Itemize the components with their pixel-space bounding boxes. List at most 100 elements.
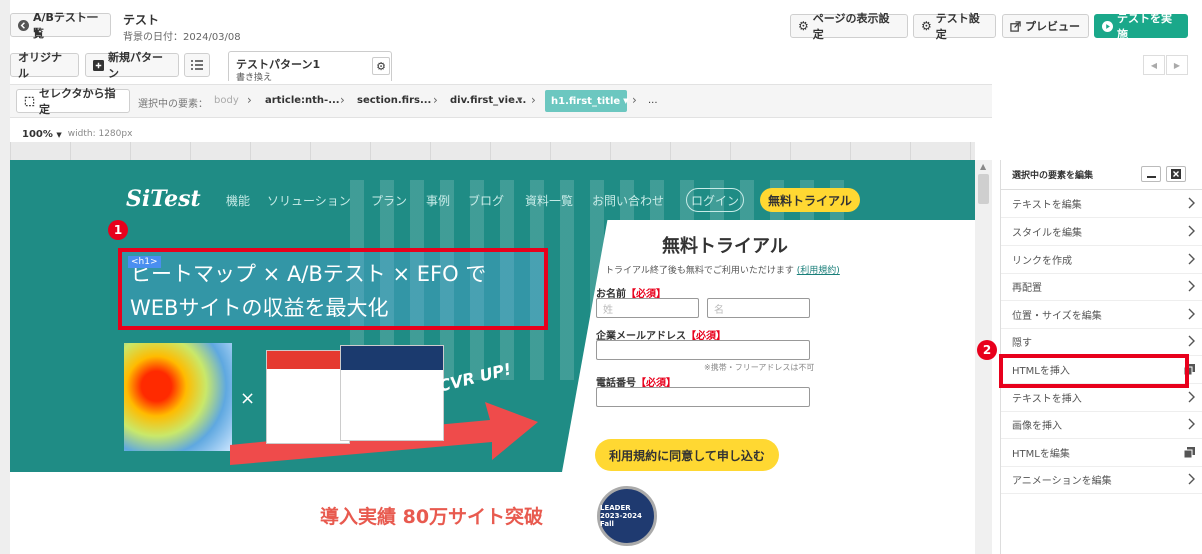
page-display-settings-button[interactable]: ⚙ ページの表示設定 xyxy=(790,12,908,41)
minimize-button[interactable] xyxy=(1141,166,1161,182)
email-input[interactable] xyxy=(596,340,810,360)
selector-icon xyxy=(24,96,35,106)
gear-icon: ⚙ xyxy=(921,19,932,33)
test-settings-button[interactable]: ⚙ テスト設定 xyxy=(913,12,996,41)
pattern-list-button[interactable] xyxy=(184,53,210,77)
crumb-separator-icon: › xyxy=(433,93,438,107)
menu-edit-html[interactable]: HTMLを編集 xyxy=(1001,439,1202,467)
back-to-list-button[interactable]: A/Bテスト一覧 xyxy=(10,11,111,40)
chevron-right-icon xyxy=(1188,473,1195,485)
background-date: 背景の日付：2024/03/08 xyxy=(123,28,241,43)
panel-title: 選択中の要素を編集 xyxy=(1012,171,1094,181)
nav-cases[interactable]: 事例 xyxy=(426,192,450,209)
terms-link[interactable]: (利用規約) xyxy=(797,266,840,276)
menu-label: HTMLを編集 xyxy=(1012,449,1070,460)
menu-reposition[interactable]: 再配置 xyxy=(1001,273,1202,301)
menu-insert-text[interactable]: テキストを挿入 xyxy=(1001,384,1202,412)
menu-label: テキストを編集 xyxy=(1012,200,1082,211)
login-button[interactable]: ログイン xyxy=(686,188,744,212)
crumb-article[interactable]: article:nth-... xyxy=(265,95,340,106)
back-arrow-icon xyxy=(18,19,29,31)
chevron-right-icon xyxy=(1188,391,1195,403)
tab-next-button[interactable]: ▶ xyxy=(1166,55,1188,75)
list-icon xyxy=(191,60,203,70)
menu-edit-style[interactable]: スタイルを編集 xyxy=(1001,218,1202,246)
pattern-tab-active[interactable]: テストパターン1 書き換え ⚙ xyxy=(228,51,392,83)
page-display-settings-label: ページの表示設定 xyxy=(812,12,890,41)
minimize-icon xyxy=(1146,175,1156,178)
select-by-selector-button[interactable]: セレクタから指定 xyxy=(16,87,130,116)
email-note: ※携帯・フリーアドレスは不可 xyxy=(704,363,815,372)
menu-insert-image[interactable]: 画像を挿入 xyxy=(1001,411,1202,439)
viewport-width: width: 1280px xyxy=(67,129,133,139)
crumb-ellipsis: ... xyxy=(648,95,658,106)
heatmap-image xyxy=(124,343,232,451)
chevron-right-icon xyxy=(1188,225,1195,237)
zoom-select[interactable]: 100% ▼ xyxy=(22,129,62,140)
zoom-bar: 100% ▼ width: 1280px xyxy=(10,126,992,142)
ab-test-mockup-b xyxy=(340,345,444,441)
scroll-up-icon[interactable]: ▲ xyxy=(980,162,986,171)
crumb-h1-active[interactable]: h1.first_title ▼ xyxy=(545,90,629,112)
tab-prev-button[interactable]: ◀ xyxy=(1143,55,1165,75)
step-badge-1: 1 xyxy=(108,220,128,240)
close-panel-button[interactable] xyxy=(1166,166,1186,182)
nav-features[interactable]: 機能 xyxy=(226,192,250,209)
insert-html-highlight xyxy=(999,354,1189,388)
chevron-right-icon: ▶ xyxy=(1173,60,1181,70)
phone-input[interactable] xyxy=(596,387,810,407)
submit-trial-button[interactable]: 利用規約に同意して申し込む xyxy=(595,439,779,471)
play-icon xyxy=(1102,20,1113,32)
new-pattern-button[interactable]: 新規パターン xyxy=(85,51,179,80)
original-pattern-label: オリジナル xyxy=(18,51,62,80)
nav-documents[interactable]: 資料一覧 xyxy=(525,192,573,209)
chevron-right-icon xyxy=(1188,418,1195,430)
menu-label: 位置・サイズを編集 xyxy=(1012,311,1102,322)
menu-create-link[interactable]: リンクを作成 xyxy=(1001,246,1202,274)
date-value: 2024/03/08 xyxy=(183,32,241,43)
new-pattern-label: 新規パターン xyxy=(108,51,163,80)
mockup-header xyxy=(267,351,349,369)
run-test-button[interactable]: テストを実施 xyxy=(1094,12,1188,41)
original-pattern-tab[interactable]: オリジナル xyxy=(10,51,79,80)
current-element-label: 選択中の要素： xyxy=(138,99,208,110)
menu-label: スタイルを編集 xyxy=(1012,228,1082,239)
trial-form-note-text: トライアル終了後も無料でご利用いただけます xyxy=(605,266,794,276)
menu-edit-text[interactable]: テキストを編集 xyxy=(1001,190,1202,218)
scrollbar-thumb[interactable] xyxy=(978,174,989,204)
chevron-left-icon: ◀ xyxy=(1150,60,1158,70)
trial-form-title: 無料トライアル xyxy=(662,236,788,257)
element-edit-panel: 選択中の要素を編集 テキストを編集 スタイルを編集 リンクを作成 再配置 位置・… xyxy=(999,160,1202,554)
nav-plans[interactable]: プラン xyxy=(371,192,407,209)
menu-label: 再配置 xyxy=(1012,283,1042,294)
back-to-list-label: A/Bテスト一覧 xyxy=(33,11,98,40)
last-name-input[interactable]: 姓 xyxy=(596,298,699,318)
chevron-right-icon xyxy=(1188,253,1195,265)
crumb-separator-icon: › xyxy=(340,93,345,107)
test-settings-label: テスト設定 xyxy=(935,12,980,41)
first-name-input[interactable]: 名 xyxy=(707,298,810,318)
crumb-body[interactable]: body xyxy=(214,95,239,106)
crumb-dropdown-icon[interactable]: ▼ xyxy=(517,96,522,104)
menu-edit-animation[interactable]: アニメーションを編集 xyxy=(1001,466,1202,494)
nav-contact[interactable]: お問い合わせ xyxy=(592,192,664,209)
pattern-settings-button[interactable]: ⚙ xyxy=(372,57,390,75)
menu-hide[interactable]: 隠す xyxy=(1001,328,1202,356)
headline-line-1: ヒートマップ × A/Bテスト × EFO で xyxy=(130,262,487,286)
date-label: 背景の日付： xyxy=(123,32,183,43)
page-preview[interactable]: SiTest 機能 ソリューション プラン 事例 ブログ 資料一覧 お問い合わせ… xyxy=(10,160,975,554)
nav-solutions[interactable]: ソリューション xyxy=(267,192,351,209)
crumb-div[interactable]: div.first_vie... xyxy=(450,95,526,106)
nav-blog[interactable]: ブログ xyxy=(468,192,504,209)
chevron-right-icon xyxy=(1188,197,1195,209)
selected-h1-highlight[interactable]: ヒートマップ × A/Bテスト × EFO で WEBサイトの収益を最大化 <h… xyxy=(118,248,548,330)
menu-edit-position-size[interactable]: 位置・サイズを編集 xyxy=(1001,301,1202,329)
menu-label: リンクを作成 xyxy=(1012,256,1072,267)
chevron-right-icon xyxy=(1188,308,1195,320)
crumb-section[interactable]: section.firs... xyxy=(357,95,431,106)
free-trial-button[interactable]: 無料トライアル xyxy=(760,188,860,212)
chevron-right-icon xyxy=(1188,280,1195,292)
menu-label: テキストを挿入 xyxy=(1012,394,1082,405)
preview-button[interactable]: プレビュー xyxy=(1002,14,1089,38)
step-badge-2: 2 xyxy=(977,340,997,360)
